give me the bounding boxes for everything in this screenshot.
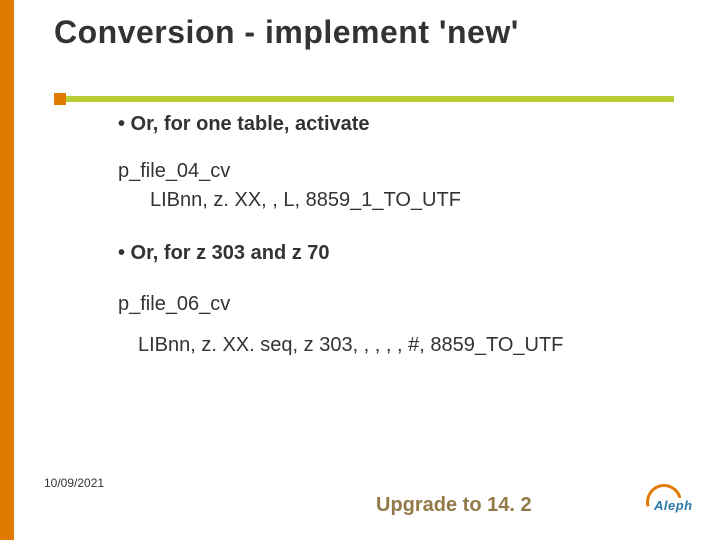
logo-text: Aleph [654,498,693,513]
bullet-1: • Or, for one table, activate [118,112,678,137]
code-line-3: p_file_06_cv [118,292,678,317]
underline-bar [54,96,674,102]
left-accent-bar [0,0,14,540]
aleph-logo: Aleph [644,482,698,522]
footer-text: Upgrade to 14. 2 [376,494,532,517]
title-underline [54,93,674,105]
code-line-4: LIBnn, z. XX. seq, z 303, , , , , #, 885… [138,333,678,358]
bullet-2: • Or, for z 303 and z 70 [118,241,678,266]
code-line-1: p_file_04_cv [118,159,678,184]
slide-title: Conversion - implement 'new' [54,14,664,51]
underline-square [54,93,66,105]
slide: Conversion - implement 'new' • Or, for o… [0,0,720,540]
code-line-2: LIBnn, z. XX, , L, 8859_1_TO_UTF [150,188,678,213]
slide-body: • Or, for one table, activate p_file_04_… [118,112,678,358]
slide-date: 10/09/2021 [44,476,104,490]
